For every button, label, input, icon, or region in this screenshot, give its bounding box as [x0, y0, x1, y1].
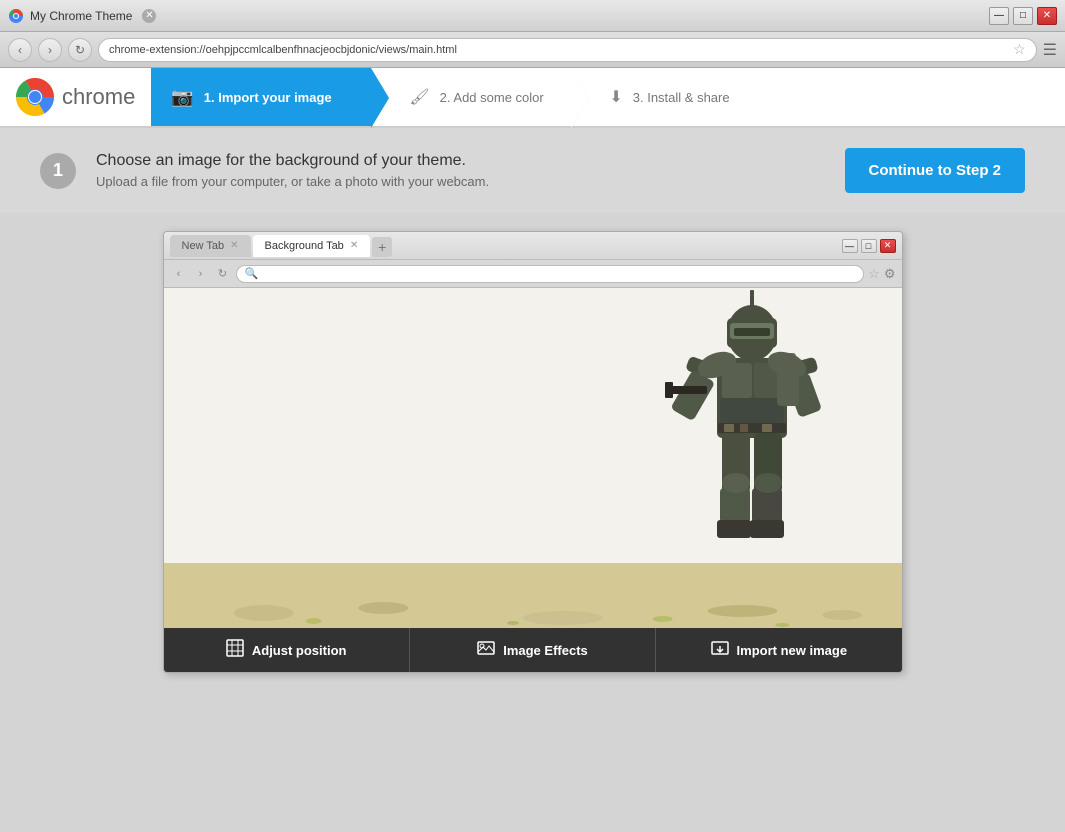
info-row: 1 Choose an image for the background of …	[0, 128, 1065, 213]
adjust-position-button[interactable]: Adjust position	[164, 628, 410, 672]
adjust-position-icon	[226, 639, 244, 662]
chrome-menu-icon[interactable]: ☰	[1043, 40, 1057, 60]
image-effects-icon	[477, 639, 495, 662]
ground-svg	[164, 563, 902, 628]
preview-tabs: New Tab ✕ Background Tab ✕ +	[170, 235, 393, 257]
maximize-button[interactable]: □	[1013, 7, 1033, 25]
chrome-logo-icon	[16, 78, 54, 116]
preview-address-bar[interactable]: 🔍	[236, 265, 865, 283]
chrome-brand-text: chrome	[62, 84, 135, 110]
info-subtitle: Upload a file from your computer, or tak…	[96, 174, 825, 189]
preview-window-controls: — □ ✕	[842, 239, 896, 253]
close-button[interactable]: ✕	[1037, 7, 1057, 25]
tab-title-text: My Chrome Theme	[30, 9, 132, 23]
background-tab-label: Background Tab	[265, 240, 344, 252]
step2-label: 2. Add some color	[440, 90, 544, 105]
preview-forward-button[interactable]: ›	[192, 265, 210, 283]
preview-refresh-button[interactable]: ↻	[214, 265, 232, 283]
step1-label: 1. Import your image	[204, 90, 332, 105]
camera-icon: 📷	[171, 87, 193, 108]
chrome-logo: chrome	[0, 68, 151, 126]
character-figure	[662, 288, 842, 568]
browser-preview: New Tab ✕ Background Tab ✕ + — □ ✕	[163, 231, 903, 673]
new-tab-tab[interactable]: New Tab ✕	[170, 235, 251, 257]
address-text: chrome-extension://oehpjpccmlcalbenfhnac…	[109, 44, 457, 56]
background-tab-close-icon[interactable]: ✕	[350, 240, 358, 251]
preview-image-area	[164, 288, 902, 628]
continue-step2-button[interactable]: Continue to Step 2	[845, 148, 1026, 193]
title-bar-left: My Chrome Theme ✕	[8, 8, 156, 24]
new-tab-label: New Tab	[182, 240, 225, 252]
preview-minimize-button[interactable]: —	[842, 239, 858, 253]
preview-wrapper: New Tab ✕ Background Tab ✕ + — □ ✕	[0, 213, 1065, 691]
title-bar: My Chrome Theme ✕ — □ ✕	[0, 0, 1065, 32]
step1-tab[interactable]: 📷 1. Import your image	[151, 68, 371, 126]
import-new-image-icon	[711, 639, 729, 662]
bookmark-star-icon[interactable]: ☆	[1013, 41, 1026, 58]
step3-label: 3. Install & share	[633, 90, 730, 105]
refresh-button[interactable]: ↻	[68, 38, 92, 62]
back-button[interactable]: ‹	[8, 38, 32, 62]
preview-back-button[interactable]: ‹	[170, 265, 188, 283]
tab-close-button[interactable]: ✕	[142, 9, 156, 23]
address-bar[interactable]: chrome-extension://oehpjpccmlcalbenfhnac…	[98, 38, 1037, 62]
steps-header: chrome 📷 1. Import your image 🖌 2. Add s…	[0, 68, 1065, 128]
background-tab-tab[interactable]: Background Tab ✕	[253, 235, 371, 257]
search-icon: 🔍	[245, 267, 259, 280]
step2-tab[interactable]: 🖌 2. Add some color	[371, 68, 571, 126]
preview-maximize-button[interactable]: □	[861, 239, 877, 253]
preview-title-bar: New Tab ✕ Background Tab ✕ + — □ ✕	[164, 232, 902, 260]
image-effects-button[interactable]: Image Effects	[410, 628, 656, 672]
import-new-image-button[interactable]: Import new image	[656, 628, 901, 672]
download-icon: ⬇	[609, 87, 622, 107]
minimize-button[interactable]: —	[989, 7, 1009, 25]
window-controls: — □ ✕	[989, 7, 1057, 25]
forward-button[interactable]: ›	[38, 38, 62, 62]
image-effects-label: Image Effects	[503, 643, 588, 658]
preview-close-button[interactable]: ✕	[880, 239, 896, 253]
preview-toolbar: Adjust position Image Effects	[164, 628, 902, 672]
step-number-badge: 1	[40, 153, 76, 189]
step3-tab[interactable]: ⬇ 3. Install & share	[571, 68, 771, 126]
tab-favicon	[8, 8, 24, 24]
new-tab-close-icon[interactable]: ✕	[230, 240, 238, 251]
adjust-position-label: Adjust position	[252, 643, 347, 658]
navigation-bar: ‹ › ↻ chrome-extension://oehpjpccmlcalbe…	[0, 32, 1065, 68]
info-title: Choose an image for the background of yo…	[96, 152, 825, 170]
new-tab-button[interactable]: +	[372, 237, 392, 257]
bounty-hunter-svg	[662, 288, 842, 568]
ground-area	[164, 563, 902, 628]
main-content: chrome 📷 1. Import your image 🖌 2. Add s…	[0, 68, 1065, 832]
import-new-image-label: Import new image	[737, 643, 848, 658]
preview-nav-bar: ‹ › ↻ 🔍 ☆ ⚙	[164, 260, 902, 288]
preview-bookmark-icon[interactable]: ☆	[868, 266, 880, 282]
info-text-block: Choose an image for the background of yo…	[96, 152, 825, 189]
preview-menu-icon[interactable]: ⚙	[884, 266, 896, 282]
paintbrush-icon: 🖌	[409, 87, 429, 107]
